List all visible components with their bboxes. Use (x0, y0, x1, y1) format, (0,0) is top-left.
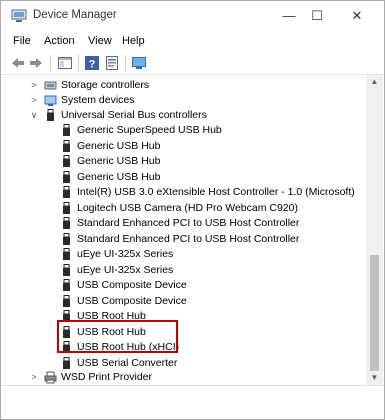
usb-device-icon (63, 279, 70, 291)
tree-node-usb-device[interactable]: Generic SuperSpeed USB Hub (1, 123, 361, 138)
usb-device-icon (63, 124, 70, 136)
tree-node-usb-device[interactable]: uEye UI-325x Series (1, 263, 361, 278)
tree-node-usb-device[interactable]: USB Serial Converter (1, 356, 361, 371)
toolbar-separator (50, 55, 51, 71)
tree-node-usb-device[interactable]: uEye UI-325x Series (1, 247, 361, 262)
menu-help[interactable]: Help (122, 35, 145, 47)
tree-node-usb-device[interactable]: Intel(R) USB 3.0 eXtensible Host Control… (1, 185, 361, 200)
tree-node-label: Universal Serial Bus controllers (61, 109, 207, 121)
toolbar-separator (78, 55, 79, 71)
tree-node-usb-device[interactable]: USB Composite Device (1, 294, 361, 309)
tree-node-usb-device[interactable]: USB Root Hub (1, 325, 361, 340)
usb-device-icon (63, 217, 70, 229)
tree-node-label: USB Composite Device (77, 279, 187, 291)
status-bar (1, 385, 384, 419)
tree-node-label: Generic USB Hub (77, 139, 161, 152)
tree-node-label: uEye UI-325x Series (77, 248, 174, 260)
vertical-scrollbar[interactable]: ▲ ▼ (366, 75, 383, 385)
tree-node-label: WSD Print Provider (61, 371, 153, 383)
usb-device-icon (63, 139, 70, 152)
tree-node-usb-device[interactable]: USB Root Hub (1, 309, 361, 324)
tree-node-universal-serial-bus-controllers[interactable]: ∨ Universal Serial Bus controllers (1, 108, 361, 123)
expand-chevron-icon[interactable]: > (29, 78, 39, 93)
maximize-button[interactable]: ☐ (306, 7, 328, 25)
usb-device-icon (63, 263, 70, 276)
tree-node-usb-device[interactable]: Standard Enhanced PCI to USB Host Contro… (1, 232, 361, 247)
tree-node-label: Intel(R) USB 3.0 eXtensible Host Control… (77, 186, 355, 198)
device-tree[interactable]: > Storage controllers > System devices ∨… (1, 75, 366, 385)
tree-node-usb-device[interactable]: Logitech USB Camera (HD Pro Webcam C920) (1, 201, 361, 216)
collapse-chevron-icon[interactable]: ∨ (29, 108, 39, 123)
device-manager-window: Device Manager — ☐ ✕ File Action View He… (0, 0, 385, 420)
svg-text:?: ? (89, 59, 96, 71)
tree-node-usb-device[interactable]: Standard Enhanced PCI to USB Host Contro… (1, 216, 361, 231)
tree-node-label: Logitech USB Camera (HD Pro Webcam C920) (77, 201, 298, 214)
usb-controllers-icon (47, 109, 54, 121)
help-icon[interactable]: ? (84, 55, 100, 71)
toolbar: ? (1, 52, 384, 75)
tree-node-usb-device[interactable]: Generic USB Hub (1, 170, 361, 185)
device-manager-icon (11, 9, 27, 22)
usb-device-icon (63, 155, 70, 167)
tree-node-label: Standard Enhanced PCI to USB Host Contro… (77, 217, 300, 229)
usb-device-icon (63, 170, 70, 183)
system-devices-icon (44, 95, 57, 106)
window-title: Device Manager (33, 9, 117, 21)
tree-node-wsd-print-provider[interactable]: > WSD Print Provider (1, 370, 361, 385)
usb-device-icon (63, 232, 70, 245)
tree-node-label: USB Composite Device (77, 294, 187, 307)
tree-node-label: Generic USB Hub (77, 155, 161, 167)
usb-device-icon (63, 186, 70, 198)
usb-device-icon (63, 356, 70, 369)
scroll-up-arrow-icon[interactable]: ▲ (366, 75, 383, 89)
minimize-button[interactable]: — (278, 7, 300, 25)
properties-icon[interactable] (104, 55, 120, 71)
scroll-down-arrow-icon[interactable]: ▼ (366, 371, 383, 385)
title-bar[interactable]: Device Manager — ☐ ✕ (1, 1, 384, 32)
storage-controller-icon (44, 81, 57, 90)
tree-node-label: Generic SuperSpeed USB Hub (77, 124, 222, 136)
scrollbar-thumb[interactable] (370, 255, 379, 371)
tree-node-usb-device[interactable]: USB Composite Device (1, 278, 361, 293)
menu-bar: File Action View Help (1, 32, 384, 52)
menu-view[interactable]: View (88, 35, 112, 47)
expand-chevron-icon[interactable]: > (29, 93, 39, 108)
show-hide-console-tree-icon[interactable] (57, 55, 73, 71)
tree-node-usb-device[interactable]: Generic USB Hub (1, 139, 361, 154)
tree-node-label: Standard Enhanced PCI to USB Host Contro… (77, 232, 300, 245)
highlight-box (57, 320, 178, 353)
usb-device-icon (63, 294, 70, 307)
tree-node-label: Storage controllers (61, 79, 150, 91)
tree-node-storage-controllers[interactable]: > Storage controllers (1, 78, 361, 93)
printer-icon (44, 371, 57, 384)
scan-monitor-icon[interactable] (131, 55, 147, 71)
tree-node-label: uEye UI-325x Series (77, 263, 174, 276)
back-icon[interactable] (10, 55, 26, 71)
menu-file[interactable]: File (13, 35, 31, 47)
forward-icon[interactable] (28, 55, 44, 71)
tree-node-label: Generic USB Hub (77, 170, 161, 183)
close-button[interactable]: ✕ (346, 7, 368, 25)
menu-action[interactable]: Action (44, 35, 75, 47)
tree-node-usb-device[interactable]: USB Root Hub (xHCI) (1, 340, 361, 355)
tree-node-usb-device[interactable]: Generic USB Hub (1, 154, 361, 169)
tree-node-label: USB Serial Converter (77, 356, 178, 369)
tree-node-system-devices[interactable]: > System devices (1, 93, 361, 108)
expand-chevron-icon[interactable]: > (29, 370, 39, 385)
usb-device-icon (63, 248, 70, 260)
toolbar-separator (125, 55, 126, 71)
tree-node-label: System devices (61, 94, 135, 106)
usb-device-icon (63, 201, 70, 214)
